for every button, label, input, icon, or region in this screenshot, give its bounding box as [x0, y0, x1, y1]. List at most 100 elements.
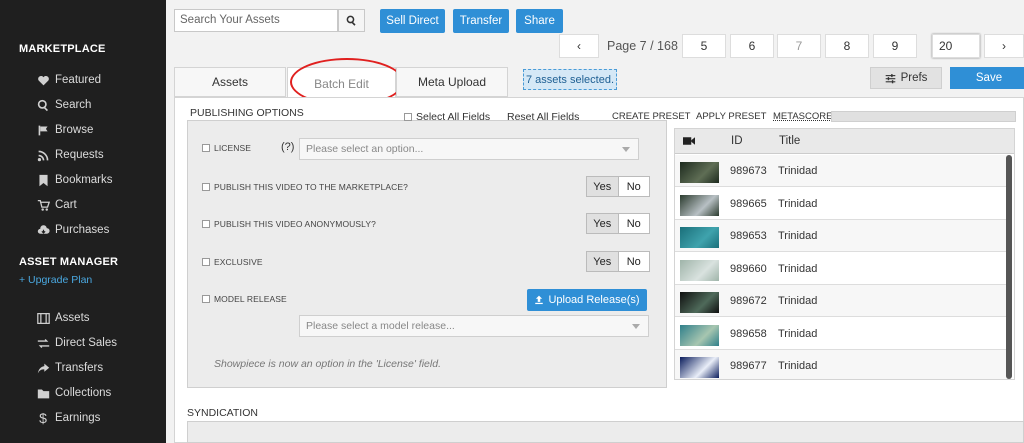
sell-direct-button[interactable]: Sell Direct: [380, 9, 445, 33]
video-thumbnail[interactable]: [680, 194, 719, 216]
tab-meta-upload[interactable]: Meta Upload: [396, 67, 508, 97]
yes-option[interactable]: Yes: [587, 177, 618, 196]
video-camera-icon: [683, 136, 695, 149]
flag-icon: [36, 123, 50, 137]
sidebar-item-transfers[interactable]: Transfers: [36, 359, 103, 377]
column-header-title[interactable]: Title: [779, 135, 800, 147]
sidebar-item-browse[interactable]: Browse: [36, 121, 93, 139]
search-input[interactable]: Search Your Assets: [174, 9, 338, 32]
no-option[interactable]: No: [617, 214, 649, 233]
sidebar-item-label: Collections: [55, 387, 112, 399]
table-row[interactable]: 989673 Trinidad: [675, 155, 1008, 187]
sidebar-item-collections[interactable]: Collections: [36, 384, 111, 402]
syndication-box: [187, 421, 1024, 443]
tab-assets[interactable]: Assets: [174, 67, 286, 97]
rss-icon: [36, 148, 50, 162]
select-all-fields[interactable]: Select All Fields: [404, 111, 490, 123]
license-help[interactable]: (?): [281, 141, 294, 153]
pager-page-8[interactable]: 8: [825, 34, 869, 58]
metascore-bar: [831, 111, 1016, 122]
upgrade-plan-link[interactable]: + Upgrade Plan: [19, 274, 92, 286]
yes-option[interactable]: Yes: [587, 252, 618, 271]
sidebar-item-earnings[interactable]: $ Earnings: [36, 409, 100, 427]
per-page-select[interactable]: 20: [932, 34, 980, 58]
table-row[interactable]: 989665 Trinidad: [675, 187, 1008, 220]
sidebar-item-requests[interactable]: Requests: [36, 146, 104, 164]
publish-marketplace-toggle[interactable]: Yes No: [586, 176, 650, 197]
pager-page-6[interactable]: 6: [730, 34, 774, 58]
sidebar-item-direct-sales[interactable]: Direct Sales: [36, 334, 117, 352]
license-select[interactable]: Please select an option...: [299, 138, 639, 160]
sidebar-item-label: Search: [55, 99, 92, 111]
sidebar-item-cart[interactable]: Cart: [36, 196, 77, 214]
sidebar-item-purchases[interactable]: Purchases: [36, 221, 109, 239]
sidebar-item-search[interactable]: Search: [36, 96, 91, 114]
selected-count-badge: 7 assets selected.: [523, 69, 617, 90]
sidebar-item-label: Cart: [55, 199, 77, 211]
publish-anon-checkbox[interactable]: [202, 220, 210, 228]
syndication-title: SYNDICATION: [187, 407, 258, 419]
publish-marketplace-checkbox[interactable]: [202, 183, 210, 191]
scrollbar[interactable]: [1006, 155, 1012, 379]
sidebar-item-assets[interactable]: Assets: [36, 309, 90, 327]
table-row[interactable]: 989660 Trinidad: [675, 252, 1008, 285]
pager-next-button[interactable]: ›: [984, 34, 1024, 58]
sidebar: MARKETPLACE Featured Search Browse Reque…: [0, 0, 166, 443]
apply-preset-link[interactable]: APPLY PRESET: [696, 111, 766, 122]
table-row[interactable]: 989677 Trinidad: [675, 350, 1008, 379]
table-row[interactable]: 989658 Trinidad: [675, 317, 1008, 350]
dollar-icon: $: [39, 410, 47, 426]
column-header-id[interactable]: ID: [731, 135, 743, 147]
transfer-button[interactable]: Transfer: [453, 9, 509, 33]
pager-page-9[interactable]: 9: [873, 34, 917, 58]
upload-release-button[interactable]: Upload Release(s): [527, 289, 647, 311]
model-release-select[interactable]: Please select a model release...: [299, 315, 649, 337]
exclusive-option[interactable]: EXCLUSIVE: [202, 257, 263, 267]
model-release-checkbox[interactable]: [202, 295, 210, 303]
sidebar-item-bookmarks[interactable]: Bookmarks: [36, 171, 113, 189]
no-option[interactable]: No: [617, 177, 649, 196]
asset-id: 989677: [730, 360, 767, 372]
model-release-label: MODEL RELEASE: [214, 294, 287, 304]
video-thumbnail[interactable]: [680, 227, 719, 248]
table-row[interactable]: 989672 Trinidad: [675, 285, 1008, 317]
video-thumbnail[interactable]: [680, 292, 719, 313]
table-row[interactable]: 989653 Trinidad: [675, 220, 1008, 252]
video-thumbnail[interactable]: [680, 357, 719, 378]
create-preset-link[interactable]: CREATE PRESET: [612, 111, 690, 122]
video-thumbnail[interactable]: [680, 162, 719, 183]
pager-page-5[interactable]: 5: [682, 34, 726, 58]
no-option[interactable]: No: [617, 252, 649, 271]
search-icon: [36, 98, 50, 112]
reset-all-fields-link[interactable]: Reset All Fields: [507, 111, 579, 123]
video-thumbnail[interactable]: [680, 324, 719, 346]
pager-page-7-current[interactable]: 7: [777, 34, 821, 58]
chevron-down-icon: [632, 324, 640, 329]
share-button[interactable]: Share: [516, 9, 563, 33]
publish-marketplace-label: PUBLISH THIS VIDEO TO THE MARKETPLACE?: [214, 182, 409, 192]
video-thumbnail[interactable]: [680, 259, 719, 281]
model-release-option[interactable]: MODEL RELEASE: [202, 294, 287, 304]
prefs-label: Prefs: [900, 72, 928, 84]
sidebar-item-featured[interactable]: Featured: [36, 71, 101, 89]
sidebar-item-label: Transfers: [55, 362, 104, 374]
publish-anon-toggle[interactable]: Yes No: [586, 213, 650, 234]
exclusive-toggle[interactable]: Yes No: [586, 251, 650, 272]
exclusive-checkbox[interactable]: [202, 258, 210, 266]
license-option[interactable]: LICENSE: [202, 143, 251, 153]
asset-id: 989672: [730, 295, 767, 307]
license-note: Showpiece is now an option in the 'Licen…: [214, 358, 441, 370]
prefs-button[interactable]: Prefs: [870, 67, 942, 89]
publish-anon-option[interactable]: PUBLISH THIS VIDEO ANONYMOUSLY?: [202, 219, 376, 229]
pager-prev-button[interactable]: ‹: [559, 34, 599, 58]
film-icon: [36, 311, 50, 325]
sidebar-item-label: Browse: [55, 124, 94, 136]
publish-marketplace-option[interactable]: PUBLISH THIS VIDEO TO THE MARKETPLACE?: [202, 182, 408, 192]
license-select-placeholder: Please select an option...: [306, 143, 424, 155]
search-button[interactable]: [338, 9, 365, 32]
yes-option[interactable]: Yes: [587, 214, 618, 233]
select-all-checkbox[interactable]: [404, 113, 412, 121]
license-checkbox[interactable]: [202, 144, 210, 152]
save-button[interactable]: Save: [950, 67, 1024, 89]
cloud-download-icon: [36, 223, 50, 237]
